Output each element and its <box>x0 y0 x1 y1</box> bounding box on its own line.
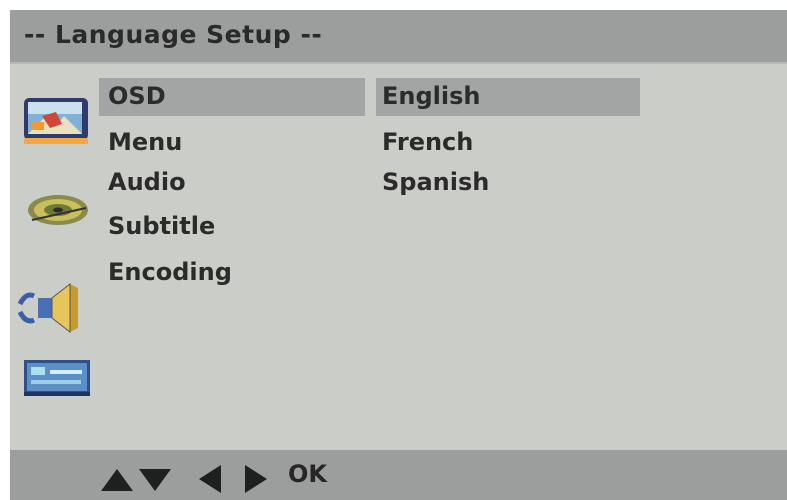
disc-icon[interactable] <box>24 188 96 234</box>
option-english[interactable]: English <box>382 82 480 110</box>
up-arrow-icon[interactable] <box>100 468 134 492</box>
left-arrow-icon[interactable] <box>198 464 222 494</box>
menu-item-encoding[interactable]: Encoding <box>108 258 232 286</box>
language-setup-screen: -- Language Setup -- OSD Menu Audio Subt… <box>10 10 787 500</box>
menu-item-audio[interactable]: Audio <box>108 168 186 196</box>
menu-item-menu[interactable]: Menu <box>108 128 182 156</box>
menu-item-osd[interactable]: OSD <box>108 82 166 110</box>
footer-bar: OK <box>10 450 787 500</box>
tv-screen-icon[interactable] <box>22 94 92 146</box>
title-bar: -- Language Setup -- <box>10 10 787 62</box>
option-french[interactable]: French <box>382 128 473 156</box>
speaker-icon[interactable] <box>18 282 98 334</box>
setup-panel-icon[interactable] <box>22 358 94 398</box>
title-divider <box>10 62 787 64</box>
ok-label[interactable]: OK <box>288 460 327 488</box>
down-arrow-icon[interactable] <box>138 468 172 492</box>
right-arrow-icon[interactable] <box>244 464 268 494</box>
menu-item-subtitle[interactable]: Subtitle <box>108 212 215 240</box>
option-spanish[interactable]: Spanish <box>382 168 489 196</box>
page-title: -- Language Setup -- <box>24 20 323 49</box>
